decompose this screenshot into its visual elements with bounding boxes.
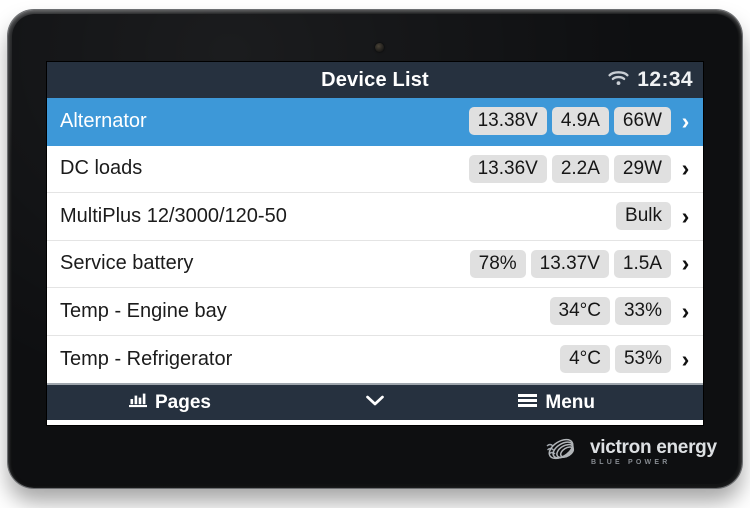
device-name: DC loads — [60, 157, 143, 180]
value-badge: 13.36V — [468, 154, 547, 183]
victron-logo: victron energy BLUE POWER — [544, 435, 724, 469]
device-list: Alternator 13.38V 4.9A 66W › DC loads 13.36V 2.… — [47, 98, 703, 383]
device-value-badges: 4°C 53% — [560, 345, 671, 374]
device-name: Temp - Refrigerator — [60, 347, 233, 370]
victron-logo-mark-icon — [544, 435, 584, 470]
device-value-badges: 78% 13.37V 1.5A — [469, 249, 671, 278]
value-badge: 78% — [469, 249, 526, 278]
value-badge: 33% — [614, 297, 671, 326]
page-title: Device List — [321, 69, 429, 91]
brand-name: victron energy — [590, 437, 717, 458]
value-badge: 4.9A — [551, 107, 609, 136]
device-list-row[interactable]: Alternator 13.38V 4.9A 66W › — [47, 98, 703, 146]
menu-button[interactable]: Menu — [518, 385, 595, 420]
chevron-right-icon[interactable]: › — [677, 109, 694, 133]
footer-bar: Pages Menu — [47, 383, 703, 420]
value-badge: 34°C — [549, 297, 610, 326]
device-name: Alternator — [60, 109, 147, 132]
value-badge: 53% — [614, 345, 671, 374]
value-badge: 13.38V — [468, 107, 547, 136]
device-value-badges: 34°C 33% — [549, 297, 671, 326]
scroll-down-button[interactable] — [47, 385, 703, 420]
device-value-badges: 13.38V 4.9A 66W — [468, 107, 671, 136]
chevron-down-icon — [365, 394, 385, 412]
chevron-right-icon[interactable]: › — [677, 252, 694, 275]
device-value-badges: 13.36V 2.2A 29W — [468, 154, 671, 183]
hamburger-icon — [518, 392, 538, 414]
device-list-row[interactable]: MultiPlus 12/3000/120-50 Bulk › — [47, 193, 703, 241]
device-list-row[interactable]: Temp - Engine bay 34°C 33% › — [47, 288, 703, 336]
chevron-right-icon[interactable]: › — [677, 299, 694, 323]
ambient-light-sensor-icon — [375, 43, 384, 52]
device-name: Service battery — [60, 252, 194, 275]
chevron-right-icon[interactable]: › — [677, 347, 694, 371]
device-list-row[interactable]: Service battery 78% 13.37V 1.5A › — [47, 240, 703, 288]
status-bar: Device List 12:34 — [47, 62, 703, 98]
value-badge: 66W — [613, 107, 671, 136]
chevron-right-icon[interactable]: › — [677, 204, 694, 228]
value-badge: Bulk — [616, 202, 671, 231]
gx-touch-device: Device List 12:34 Alternator 13.38V 4.9A 66… — [8, 10, 742, 488]
clock: 12:34 — [637, 68, 693, 91]
value-badge: 29W — [613, 154, 671, 183]
value-badge: 1.5A — [613, 249, 671, 278]
menu-label: Menu — [545, 391, 595, 413]
wifi-icon — [607, 69, 630, 92]
device-screen: Device List 12:34 Alternator 13.38V 4.9A 66… — [47, 62, 703, 425]
device-name: MultiPlus 12/3000/120-50 — [60, 204, 287, 227]
value-badge: 4°C — [560, 345, 610, 374]
chevron-right-icon[interactable]: › — [677, 157, 694, 180]
brand-tagline: BLUE POWER — [591, 459, 671, 466]
victron-wordmark: victron energy BLUE POWER — [590, 438, 717, 466]
value-badge: 13.37V — [530, 249, 609, 278]
device-value-badges: Bulk — [616, 202, 671, 231]
device-name: Temp - Engine bay — [60, 299, 227, 322]
status-bar-right: 12:34 — [607, 62, 693, 98]
device-list-row[interactable]: Temp - Refrigerator 4°C 53% › — [47, 335, 703, 383]
device-list-row[interactable]: DC loads 13.36V 2.2A 29W › — [47, 145, 703, 193]
value-badge: 2.2A — [551, 154, 609, 183]
